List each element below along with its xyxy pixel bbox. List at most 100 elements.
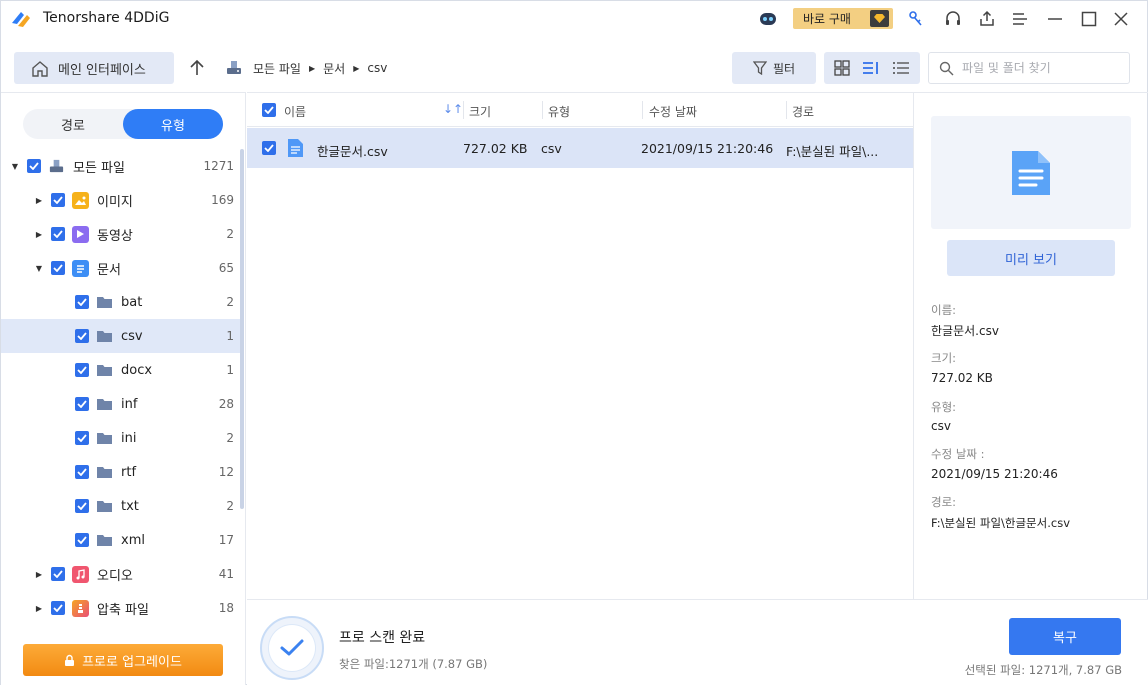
column-header-path[interactable]: 경로 bbox=[792, 103, 814, 120]
close-icon[interactable] bbox=[1110, 8, 1132, 30]
tree-item-bat[interactable]: bat 2 bbox=[1, 285, 241, 319]
grid-view-icon[interactable] bbox=[834, 60, 850, 76]
checkbox[interactable] bbox=[51, 193, 65, 207]
search-icon bbox=[939, 61, 954, 75]
headset-support-icon[interactable] bbox=[942, 8, 964, 30]
search-box bbox=[928, 52, 1130, 84]
document-file-icon bbox=[288, 139, 303, 157]
select-all-checkbox[interactable] bbox=[262, 103, 276, 117]
scan-status-summary: 찾은 파일:1271개 (7.87 GB) bbox=[339, 657, 488, 671]
preview-modified-label: 수정 날짜 : bbox=[931, 447, 985, 461]
preview-button[interactable]: 미리 보기 bbox=[947, 240, 1115, 276]
checkbox[interactable] bbox=[75, 397, 89, 411]
checkbox[interactable] bbox=[75, 499, 89, 513]
file-list-header: 이름 ↓↑ 크기 유형 수정 날짜 경로 bbox=[247, 93, 913, 127]
tree-item-csv[interactable]: csv 1 bbox=[1, 319, 241, 353]
breadcrumb-item[interactable]: 문서 bbox=[323, 60, 345, 77]
table-row[interactable]: 한글문서.csv 727.02 KB csv 2021/09/15 21:20:… bbox=[247, 128, 913, 168]
tree-item-ini[interactable]: ini 2 bbox=[1, 421, 241, 455]
column-divider[interactable] bbox=[786, 101, 787, 119]
tree-item-archives[interactable]: ▶ 압축 파일 18 bbox=[1, 591, 241, 625]
folder-icon bbox=[96, 464, 113, 481]
search-input[interactable] bbox=[962, 61, 1122, 75]
detail-view-icon[interactable] bbox=[862, 60, 880, 76]
checkbox[interactable] bbox=[75, 431, 89, 445]
menu-icon[interactable] bbox=[1009, 8, 1031, 30]
tree-item-inf[interactable]: inf 28 bbox=[1, 387, 241, 421]
share-icon[interactable] bbox=[976, 8, 998, 30]
tree-item-rtf[interactable]: rtf 12 bbox=[1, 455, 241, 489]
sidebar-scrollbar[interactable] bbox=[240, 149, 244, 509]
preview-name-value: 한글문서.csv bbox=[931, 324, 999, 338]
column-header-size[interactable]: 크기 bbox=[469, 103, 491, 120]
file-path: F:\분실된 파일\... bbox=[786, 144, 879, 159]
tree-item-images[interactable]: ▶ 이미지 169 bbox=[1, 183, 241, 217]
sort-icon[interactable]: ↓↑ bbox=[443, 102, 463, 116]
file-list: 이름 ↓↑ 크기 유형 수정 날짜 경로 한글문서.csv 727.02 KB … bbox=[247, 92, 913, 599]
column-header-type[interactable]: 유형 bbox=[548, 103, 570, 120]
tree-item-txt[interactable]: txt 2 bbox=[1, 489, 241, 523]
checkbox[interactable] bbox=[51, 227, 65, 241]
key-icon[interactable] bbox=[905, 8, 927, 30]
row-checkbox[interactable] bbox=[262, 141, 276, 155]
checkbox[interactable] bbox=[27, 159, 41, 173]
expand-caret-icon[interactable]: ▼ bbox=[10, 162, 20, 171]
main-interface-label: 메인 인터페이스 bbox=[58, 62, 146, 78]
expand-caret-icon[interactable]: ▼ bbox=[34, 264, 44, 273]
filter-icon bbox=[752, 61, 767, 75]
expand-caret-icon[interactable]: ▶ bbox=[34, 196, 44, 205]
filter-button[interactable]: 필터 bbox=[732, 52, 816, 84]
tab-path[interactable]: 경로 bbox=[23, 109, 123, 139]
preview-panel: 미리 보기 이름: 한글문서.csv 크기: 727.02 KB 유형: csv… bbox=[913, 92, 1148, 599]
preview-size-value: 727.02 KB bbox=[931, 371, 993, 385]
checkbox[interactable] bbox=[75, 533, 89, 547]
main-interface-button[interactable]: 메인 인터페이스 bbox=[14, 52, 174, 84]
preview-path-label: 경로: bbox=[931, 495, 957, 509]
tree-item-label: 압축 파일 bbox=[97, 602, 149, 618]
column-divider[interactable] bbox=[463, 101, 464, 119]
file-type: csv bbox=[541, 141, 562, 156]
column-divider[interactable] bbox=[542, 101, 543, 119]
buy-now-button[interactable]: 바로 구매 bbox=[793, 8, 893, 29]
tree-item-xml[interactable]: xml 17 bbox=[1, 523, 241, 557]
file-name: 한글문서.csv bbox=[317, 144, 388, 159]
tree-item-documents[interactable]: ▼ 문서 65 bbox=[1, 251, 241, 285]
recover-button[interactable]: 복구 bbox=[1009, 618, 1121, 655]
robot-assistant-icon[interactable] bbox=[756, 8, 780, 30]
status-bar: 프로 스캔 완료 찾은 파일:1271개 (7.87 GB) 복구 선택된 파일… bbox=[247, 599, 1148, 685]
column-header-name[interactable]: 이름 bbox=[284, 103, 306, 120]
tree-item-label: txt bbox=[121, 498, 139, 514]
tree-item-videos[interactable]: ▶ 동영상 2 bbox=[1, 217, 241, 251]
column-divider[interactable] bbox=[642, 101, 643, 119]
breadcrumb: 모든 파일 ▶ 문서 ▶ csv bbox=[225, 59, 387, 77]
up-arrow-icon[interactable] bbox=[189, 59, 205, 81]
expand-caret-icon[interactable]: ▶ bbox=[34, 570, 44, 579]
expand-caret-icon[interactable]: ▶ bbox=[34, 604, 44, 613]
minimize-icon[interactable] bbox=[1044, 8, 1066, 30]
breadcrumb-arrow-icon: ▶ bbox=[353, 63, 360, 73]
tree-item-all-files[interactable]: ▼ 모든 파일 1271 bbox=[1, 149, 241, 183]
checkbox[interactable] bbox=[75, 465, 89, 479]
folder-icon bbox=[96, 328, 113, 345]
expand-caret-icon[interactable]: ▶ bbox=[34, 230, 44, 239]
filter-label: 필터 bbox=[772, 61, 796, 76]
breadcrumb-item[interactable]: csv bbox=[367, 61, 387, 75]
list-view-icon[interactable] bbox=[892, 60, 910, 76]
breadcrumb-item[interactable]: 모든 파일 bbox=[253, 60, 301, 77]
checkbox[interactable] bbox=[51, 601, 65, 615]
checkbox[interactable] bbox=[75, 295, 89, 309]
checkbox[interactable] bbox=[75, 363, 89, 377]
maximize-icon[interactable] bbox=[1078, 8, 1100, 30]
tree-item-count: 2 bbox=[226, 227, 234, 241]
upgrade-to-pro-button[interactable]: 프로로 업그레이드 bbox=[23, 644, 223, 676]
checkbox[interactable] bbox=[51, 567, 65, 581]
tree-item-audio[interactable]: ▶ 오디오 41 bbox=[1, 557, 241, 591]
tree-item-count: 17 bbox=[218, 533, 234, 547]
preview-path-value: F:\분실된 파일\한글문서.csv bbox=[931, 516, 1070, 530]
checkbox[interactable] bbox=[75, 329, 89, 343]
column-header-modified[interactable]: 수정 날짜 bbox=[649, 103, 697, 120]
preview-type-value: csv bbox=[931, 419, 951, 433]
checkbox[interactable] bbox=[51, 261, 65, 275]
tab-type[interactable]: 유형 bbox=[123, 109, 223, 139]
tree-item-docx[interactable]: docx 1 bbox=[1, 353, 241, 387]
